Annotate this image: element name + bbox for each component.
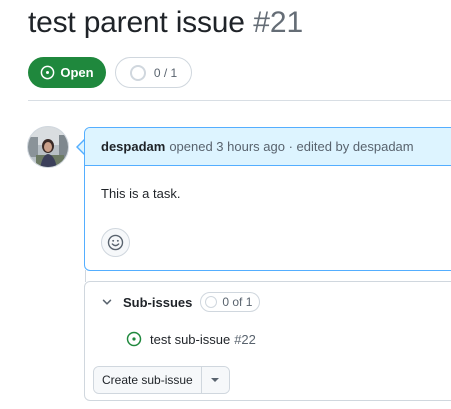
avatar[interactable] [27,126,69,168]
issue-title: test parent issue [28,6,245,39]
add-reaction-button[interactable] [101,228,130,257]
issue-opened-icon [40,65,55,80]
subissues-header[interactable]: Sub-issues 0 of 1 [101,292,261,312]
subissue-title-link[interactable]: test sub-issue [150,332,230,347]
comment-author-link[interactable]: despadam [101,139,165,154]
progress-label: 0 / 1 [153,65,178,80]
issue-number: #21 [253,6,304,39]
state-label: Open [60,65,94,80]
issue-opened-icon [126,331,142,347]
subissues-title: Sub-issues [123,294,193,310]
progress-ring-icon [129,64,146,81]
comment-body: This is a task. [101,186,181,201]
create-subissue-group: Create sub-issue [93,366,230,394]
timeline-connector [85,270,86,282]
issue-body-comment: despadam opened 3 hours ago · edited by … [84,127,451,271]
subissue-progress-pill[interactable]: 0 / 1 [115,57,192,88]
subissues-panel: Sub-issues 0 of 1 test sub-issue #22 Cre… [84,281,451,401]
progress-ring-icon [205,296,218,308]
header-divider [28,100,451,101]
chevron-down-icon[interactable] [101,296,113,308]
create-subissue-dropdown[interactable] [201,367,229,393]
triangle-down-icon [211,378,220,382]
subissues-count-pill: 0 of 1 [200,292,261,312]
subissue-number: #22 [234,331,256,347]
subissues-count-label: 0 of 1 [222,295,253,309]
list-item[interactable]: test sub-issue #22 [126,331,256,347]
create-subissue-button[interactable]: Create sub-issue [94,367,202,393]
smiley-icon [107,234,124,251]
issue-title-row: test parent issue #21 [28,6,303,40]
state-badge-open: Open [28,57,106,88]
comment-header: despadam opened 3 hours ago · edited by … [85,128,451,166]
comment-meta: opened 3 hours ago · edited by despadam [169,139,414,154]
